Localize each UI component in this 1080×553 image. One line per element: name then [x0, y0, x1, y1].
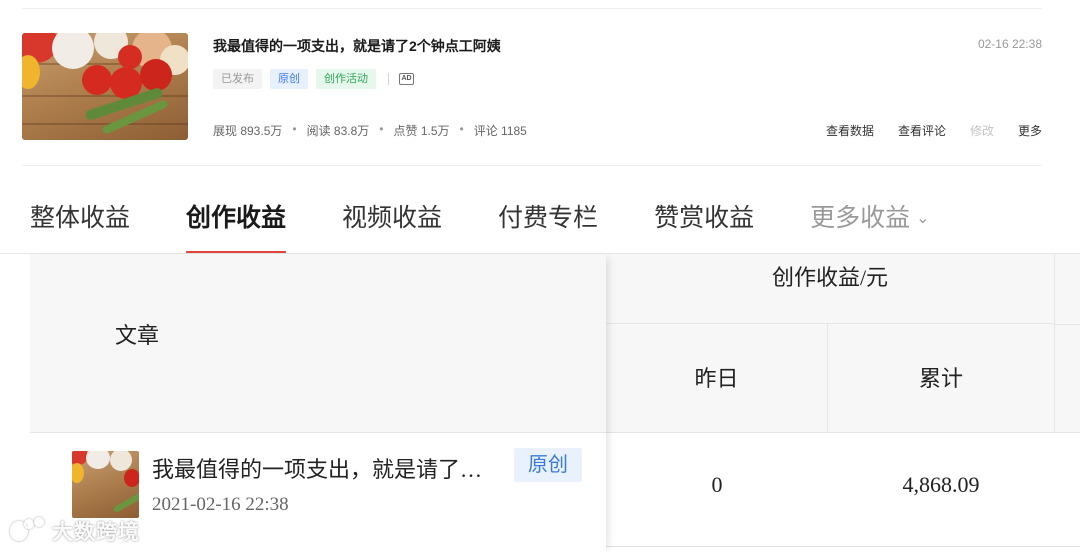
article-header-label: 文章	[115, 323, 160, 348]
row-total-value: 4,868.09	[902, 472, 980, 497]
card-divider	[22, 165, 1042, 166]
article-title[interactable]: 我最值得的一项支出，就是请了2个钟点工阿姨	[213, 36, 501, 56]
article-actions: 查看数据 查看评论 修改 更多	[802, 122, 1042, 139]
ad-icon[interactable]: AD	[399, 73, 414, 85]
yesterday-column-header: 昨日	[606, 324, 828, 433]
article-time: 02-16 22:38	[977, 37, 1042, 51]
tab-paid-column[interactable]: 付费专栏	[498, 196, 598, 240]
view-comments-button[interactable]: 查看评论	[898, 122, 946, 139]
reads-stat: 阅读 83.8万	[306, 124, 370, 138]
page: 我最值得的一项支出，就是请了2个钟点工阿姨 02-16 22:38 已发布 原创…	[0, 0, 1080, 553]
top-divider	[22, 8, 1042, 9]
edit-button[interactable]: 修改	[970, 122, 994, 139]
article-card[interactable]: 我最值得的一项支出，就是请了2个钟点工阿姨 02-16 22:38 已发布 原创…	[22, 33, 1042, 143]
article-thumbnail[interactable]	[22, 33, 188, 140]
watermark-logo-icon	[8, 517, 48, 545]
stat-separator: •	[379, 122, 384, 136]
view-data-button[interactable]: 查看数据	[826, 122, 874, 139]
watermark-text: 大数跨境	[52, 521, 140, 544]
stat-separator: •	[292, 122, 297, 136]
article-column-header: 文章	[30, 254, 606, 433]
published-tag: 已发布	[213, 69, 262, 89]
impressions-stat: 展现 893.5万	[213, 124, 283, 138]
revenue-tabs: 整体收益 创作收益 视频收益 付费专栏 赞赏收益 更多收益 ⌄	[30, 196, 986, 254]
creation-revenue-group-header: 创作收益/元	[606, 254, 1054, 324]
total-column-header: 累计	[828, 324, 1054, 433]
tab-video-revenue[interactable]: 视频收益	[342, 196, 442, 240]
row-yesterday-value: 0	[711, 472, 723, 497]
row-article-date: 2021-02-16 22:38	[152, 494, 289, 515]
tab-tip-revenue[interactable]: 赞赏收益	[654, 196, 754, 240]
stat-separator: •	[459, 122, 464, 136]
article-tags: 已发布 原创 创作活动 AD	[213, 69, 414, 89]
row-article-title[interactable]: 我最值得的一项支出，就是请了…	[152, 452, 512, 484]
more-button[interactable]: 更多	[1018, 122, 1042, 139]
table-revenue-columns: 创作收益/元 昨日 累计 0 4,868.09	[606, 254, 1080, 553]
tab-more-label: 更多收益	[810, 204, 911, 232]
article-stats: 展现 893.5万 • 阅读 83.8万 • 点赞 1.5万 • 评论 1185	[213, 122, 537, 139]
next-column-header	[1054, 254, 1080, 433]
original-tag: 原创	[270, 69, 308, 89]
comments-stat: 评论 1185	[473, 124, 527, 138]
row-article-thumbnail[interactable]	[72, 451, 139, 518]
likes-stat: 点赞 1.5万	[393, 124, 450, 138]
activity-tag: 创作活动	[316, 69, 376, 89]
row-bottom-border	[606, 546, 1080, 547]
row-original-badge: 原创	[514, 448, 582, 482]
table-article-column: 文章 我最值得的一项支出，就是请了… 原创 2021-02-16 22:38	[30, 254, 606, 553]
chevron-down-icon: ⌄	[916, 210, 930, 228]
tab-more-revenue[interactable]: 更多收益 ⌄	[810, 196, 929, 240]
watermark: 大数跨境	[8, 516, 140, 546]
tab-overall-revenue[interactable]: 整体收益	[30, 196, 130, 240]
tab-creation-revenue[interactable]: 创作收益	[186, 196, 287, 254]
tag-divider	[388, 73, 389, 85]
